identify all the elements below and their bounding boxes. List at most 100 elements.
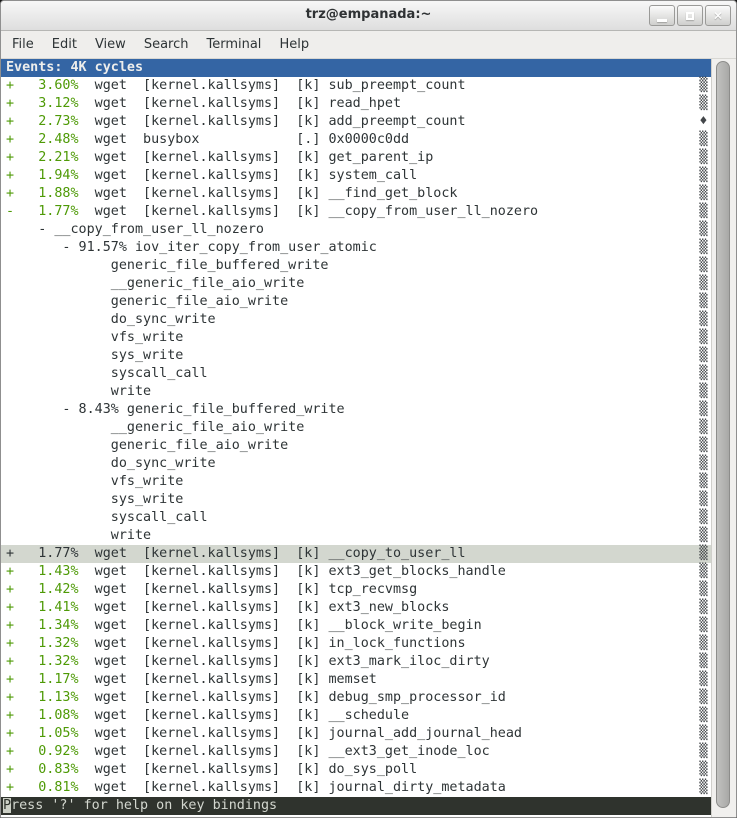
- perf-row[interactable]: + 1.41% wget [kernel.kallsyms] [k] ext3_…: [1, 599, 711, 617]
- scrollbar-thumb[interactable]: [716, 61, 730, 808]
- perf-row[interactable]: + 1.32% wget [kernel.kallsyms] [k] ext3_…: [1, 653, 711, 671]
- close-icon: ✕: [713, 10, 723, 22]
- scroll-track-icon: ▒: [699, 743, 707, 761]
- scroll-track-icon: ▒: [699, 239, 707, 257]
- scroll-track-icon: ▒: [699, 383, 707, 401]
- scroll-track-icon: ▒: [699, 401, 707, 419]
- perf-row[interactable]: - 1.77% wget [kernel.kallsyms] [k] __cop…: [1, 203, 711, 221]
- perf-row[interactable]: + 1.17% wget [kernel.kallsyms] [k] memse…: [1, 671, 711, 689]
- callchain-row[interactable]: do_sync_write▒: [1, 455, 711, 473]
- perf-row[interactable]: + 1.43% wget [kernel.kallsyms] [k] ext3_…: [1, 563, 711, 581]
- scroll-track-icon: ▒: [699, 275, 707, 293]
- minimize-button[interactable]: [649, 5, 675, 26]
- scroll-position-icon: ♦: [699, 113, 707, 131]
- terminal-cursor: P: [3, 798, 11, 813]
- status-text: ress '?' for help on key bindings: [11, 798, 277, 813]
- perf-rows: + 3.60% wget [kernel.kallsyms] [k] sub_p…: [1, 77, 711, 797]
- maximize-button[interactable]: [677, 5, 703, 26]
- scroll-track-icon: ▒: [699, 671, 707, 689]
- perf-row[interactable]: + 3.60% wget [kernel.kallsyms] [k] sub_p…: [1, 77, 711, 95]
- scroll-track-icon: ▒: [699, 293, 707, 311]
- perf-row[interactable]: + 1.42% wget [kernel.kallsyms] [k] tcp_r…: [1, 581, 711, 599]
- callchain-row[interactable]: generic_file_aio_write▒: [1, 437, 711, 455]
- perf-row[interactable]: + 0.81% wget [kernel.kallsyms] [k] journ…: [1, 779, 711, 797]
- callchain-row[interactable]: write▒: [1, 527, 711, 545]
- scroll-track-icon: ▒: [699, 257, 707, 275]
- callchain-row[interactable]: - 8.43% generic_file_buffered_write▒: [1, 401, 711, 419]
- menu-edit[interactable]: Edit: [43, 33, 86, 56]
- callchain-row[interactable]: __generic_file_aio_write▒: [1, 419, 711, 437]
- perf-row[interactable]: + 1.05% wget [kernel.kallsyms] [k] journ…: [1, 725, 711, 743]
- scroll-track-icon: ▒: [699, 329, 707, 347]
- scroll-track-icon: ▒: [699, 203, 707, 221]
- close-button[interactable]: ✕: [705, 5, 731, 26]
- scroll-track-icon: ▒: [699, 581, 707, 599]
- scrollbar[interactable]: [711, 59, 736, 817]
- window-title: trz@empanada:~: [1, 7, 736, 22]
- scroll-track-icon: ▒: [699, 779, 707, 797]
- callchain-row[interactable]: sys_write▒: [1, 347, 711, 365]
- callchain-row[interactable]: sys_write▒: [1, 491, 711, 509]
- callchain-row[interactable]: - __copy_from_user_ll_nozero▒: [1, 221, 711, 239]
- perf-row[interactable]: + 2.21% wget [kernel.kallsyms] [k] get_p…: [1, 149, 711, 167]
- callchain-row[interactable]: do_sync_write▒: [1, 311, 711, 329]
- scroll-track-icon: ▒: [699, 599, 707, 617]
- scroll-track-icon: ▒: [699, 149, 707, 167]
- scroll-track-icon: ▒: [699, 473, 707, 491]
- perf-row[interactable]: + 1.88% wget [kernel.kallsyms] [k] __fin…: [1, 185, 711, 203]
- scroll-track-icon: ▒: [699, 365, 707, 383]
- callchain-row[interactable]: vfs_write▒: [1, 473, 711, 491]
- events-header: Events: 4K cycles: [1, 59, 711, 77]
- menu-terminal[interactable]: Terminal: [197, 33, 270, 56]
- perf-row[interactable]: + 1.94% wget [kernel.kallsyms] [k] syste…: [1, 167, 711, 185]
- perf-row[interactable]: + 1.77% wget [kernel.kallsyms] [k] __cop…: [1, 545, 711, 563]
- menu-help[interactable]: Help: [270, 33, 318, 56]
- menu-file[interactable]: File: [3, 33, 43, 56]
- titlebar[interactable]: trz@empanada:~ ✕: [1, 1, 736, 31]
- perf-row[interactable]: + 1.32% wget [kernel.kallsyms] [k] in_lo…: [1, 635, 711, 653]
- window-body: Events: 4K cycles + 3.60% wget [kernel.k…: [1, 59, 736, 817]
- perf-row[interactable]: + 2.73% wget [kernel.kallsyms] [k] add_p…: [1, 113, 711, 131]
- terminal-screen[interactable]: Events: 4K cycles + 3.60% wget [kernel.k…: [1, 59, 711, 817]
- perf-row[interactable]: + 1.34% wget [kernel.kallsyms] [k] __blo…: [1, 617, 711, 635]
- scroll-track-icon: ▒: [699, 131, 707, 149]
- scroll-track-icon: ▒: [699, 707, 707, 725]
- scroll-track-icon: ▒: [699, 311, 707, 329]
- perf-row[interactable]: + 0.83% wget [kernel.kallsyms] [k] do_sy…: [1, 761, 711, 779]
- scroll-track-icon: ▒: [699, 761, 707, 779]
- scroll-track-icon: ▒: [699, 437, 707, 455]
- callchain-row[interactable]: syscall_call▒: [1, 365, 711, 383]
- scroll-track-icon: ▒: [699, 635, 707, 653]
- callchain-row[interactable]: write▒: [1, 383, 711, 401]
- callchain-row[interactable]: vfs_write▒: [1, 329, 711, 347]
- scroll-track-icon: ▒: [699, 95, 707, 113]
- callchain-row[interactable]: generic_file_buffered_write▒: [1, 257, 711, 275]
- scroll-track-icon: ▒: [699, 617, 707, 635]
- menu-search[interactable]: Search: [135, 33, 198, 56]
- scroll-track-icon: ▒: [699, 455, 707, 473]
- perf-row[interactable]: + 1.13% wget [kernel.kallsyms] [k] debug…: [1, 689, 711, 707]
- scroll-track-icon: ▒: [699, 77, 707, 95]
- callchain-row[interactable]: generic_file_aio_write▒: [1, 293, 711, 311]
- callchain-row[interactable]: syscall_call▒: [1, 509, 711, 527]
- scroll-track-icon: ▒: [699, 509, 707, 527]
- perf-row[interactable]: + 1.08% wget [kernel.kallsyms] [k] __sch…: [1, 707, 711, 725]
- scroll-track-icon: ▒: [699, 545, 707, 563]
- scroll-track-icon: ▒: [699, 527, 707, 545]
- perf-row[interactable]: + 0.92% wget [kernel.kallsyms] [k] __ext…: [1, 743, 711, 761]
- scroll-track-icon: ▒: [699, 167, 707, 185]
- terminal-window: trz@empanada:~ ✕ FileEditViewSearchTermi…: [0, 0, 737, 818]
- callchain-row[interactable]: __generic_file_aio_write▒: [1, 275, 711, 293]
- menubar: FileEditViewSearchTerminalHelp: [1, 31, 736, 59]
- callchain-row[interactable]: - 91.57% iov_iter_copy_from_user_atomic▒: [1, 239, 711, 257]
- perf-row[interactable]: + 3.12% wget [kernel.kallsyms] [k] read_…: [1, 95, 711, 113]
- scroll-track-icon: ▒: [699, 185, 707, 203]
- scroll-track-icon: ▒: [699, 653, 707, 671]
- scroll-track-icon: ▒: [699, 689, 707, 707]
- perf-row[interactable]: + 2.48% wget busybox [.] 0x0000c0dd▒: [1, 131, 711, 149]
- window-controls: ✕: [649, 5, 731, 26]
- minimize-icon: [657, 19, 667, 22]
- menu-view[interactable]: View: [86, 33, 135, 56]
- scroll-track-icon: ▒: [699, 347, 707, 365]
- scroll-track-icon: ▒: [699, 419, 707, 437]
